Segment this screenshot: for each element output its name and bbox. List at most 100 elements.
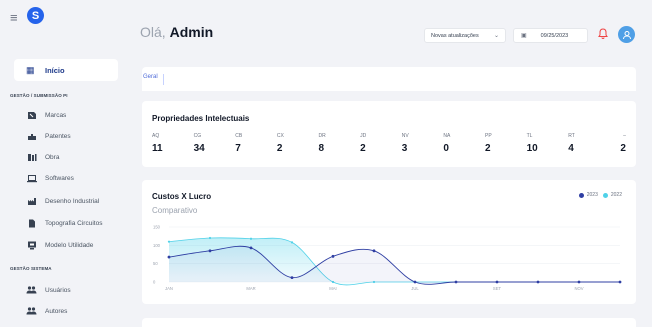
pi-item[interactable]: NA 0 <box>443 133 481 154</box>
pi-code: CX <box>276 133 284 139</box>
pi-item[interactable]: TL 10 <box>527 133 565 154</box>
factory-icon <box>26 197 37 206</box>
series-2023-area <box>169 246 620 285</box>
x-tick-label: JAN <box>165 286 173 291</box>
sidebar-item-topografia-circuitos[interactable]: Topografia Circuitos <box>26 217 102 229</box>
document-icon <box>26 219 37 228</box>
monitor-icon <box>26 241 37 250</box>
logo[interactable]: S <box>27 7 44 24</box>
date-picker[interactable]: ▣ 09/25/2023 <box>513 28 588 43</box>
pi-code: NA <box>443 133 451 139</box>
pi-code: NV <box>401 133 409 139</box>
sidebar-item-label: Obra <box>45 153 60 161</box>
chart-plot: 0 50 100 150 JAN MAR MAI JUL SET NOV <box>153 225 622 291</box>
pi-card: Propriedades Intelectuais AQ 11 CG 34 CB 7 … <box>142 101 636 167</box>
series-2022-point <box>208 236 212 240</box>
series-2023-point <box>495 280 499 284</box>
sidebar-item-label: Início <box>45 65 65 75</box>
series-2023-point <box>249 246 253 250</box>
y-tick-label: 150 <box>153 225 161 230</box>
series-2023-point <box>454 280 458 284</box>
sidebar-item-label: Patentes <box>45 132 71 140</box>
sidebar-item-marcas[interactable]: Marcas <box>26 109 66 121</box>
x-tick-label: JUL <box>411 286 419 291</box>
pi-item[interactable]: NV 3 <box>402 133 440 154</box>
sidebar-item-modelo-utilidade[interactable]: Modelo Utilidade <box>26 239 93 251</box>
users-icon <box>26 307 37 316</box>
pi-code: – <box>623 133 626 139</box>
pi-item[interactable]: CB 7 <box>235 133 273 154</box>
pi-code: TL <box>526 133 533 139</box>
sidebar-item-label: Usuários <box>45 286 71 294</box>
pi-item[interactable]: DR 8 <box>319 133 357 154</box>
pi-item[interactable]: AQ 11 <box>152 133 190 154</box>
sidebar-item-patentes[interactable]: Patentes <box>26 130 71 142</box>
greeting-prefix: Olá, <box>140 24 166 40</box>
series-2023-point <box>290 276 294 279</box>
pi-value: 7 <box>235 143 241 154</box>
pi-value: 8 <box>318 143 325 154</box>
pi-item[interactable]: CG 34 <box>194 133 232 154</box>
x-tick-label: NOV <box>574 286 583 291</box>
calendar-icon: ▣ <box>521 33 527 39</box>
pi-code: PP <box>485 133 492 139</box>
x-tick-label: MAI <box>329 286 336 291</box>
sidebar-item-inicio[interactable]: ▦ Início <box>14 59 118 81</box>
pi-item[interactable]: JD 2 <box>360 133 398 154</box>
sidebar-item-desenho-industrial[interactable]: Desenho Industrial <box>26 195 99 207</box>
page-title: Olá, Admin <box>140 24 213 40</box>
pi-value: 0 <box>443 143 449 154</box>
sidebar: ≡ S ▦ Início GESTÃO / SUBMISSÃO PI Marca… <box>0 0 126 327</box>
tab-geral[interactable]: Geral <box>142 74 164 85</box>
updates-select[interactable]: Novas atualizações ⌄ <box>424 28 506 43</box>
pi-value: 11 <box>152 143 163 154</box>
date-value: 09/25/2023 <box>540 32 569 39</box>
pi-code: CG <box>193 133 202 139</box>
pi-code: CB <box>235 133 243 139</box>
series-2023-point <box>577 280 581 284</box>
chart-card: Custos X Lucro Comparativo 2023 2022 0 50… <box>142 180 636 304</box>
pi-code: DR <box>318 133 326 139</box>
sidebar-item-label: Modelo Utilidade <box>45 241 94 249</box>
user-icon[interactable] <box>618 26 635 43</box>
pi-item[interactable]: RT 4 <box>568 133 606 154</box>
pi-value: 2 <box>276 143 283 154</box>
pi-value: 2 <box>485 143 491 154</box>
sidebar-item-autores[interactable]: Autores <box>26 305 67 317</box>
tab-bar: Geral <box>142 67 636 91</box>
bell-icon[interactable] <box>598 28 608 42</box>
patent-icon <box>26 132 37 141</box>
menu-icon[interactable]: ≡ <box>10 10 18 25</box>
pi-item[interactable]: CX 2 <box>277 133 315 154</box>
sidebar-item-label: Softwares <box>45 174 74 182</box>
series-2023-point <box>413 280 417 284</box>
sidebar-item-label: Marcas <box>45 111 67 119</box>
users-icon <box>26 286 37 295</box>
sidebar-item-usuarios[interactable]: Usuários <box>26 284 71 296</box>
pi-code: AQ <box>152 133 160 139</box>
y-tick-label: 0 <box>153 280 156 285</box>
pi-value: 2 <box>360 143 366 154</box>
sidebar-item-label: Autores <box>45 307 68 315</box>
updates-select-value: Novas atualizações <box>431 32 479 39</box>
series-2023-point <box>208 249 212 253</box>
brand-icon <box>26 111 37 120</box>
bottom-card <box>142 318 636 327</box>
x-tick-label: MAR <box>246 286 255 291</box>
series-2023-point <box>331 254 335 258</box>
series-2022-point <box>249 237 253 240</box>
pi-item[interactable]: –2 <box>610 133 626 154</box>
pi-value: 2 <box>620 143 626 154</box>
sidebar-item-obra[interactable]: Obra <box>26 151 59 163</box>
pi-value: 4 <box>568 143 574 154</box>
grid-icon: ▦ <box>26 64 35 75</box>
chevron-down-icon: ⌄ <box>493 33 499 39</box>
sidebar-item-softwares[interactable]: Softwares <box>26 172 74 184</box>
section-title-gestao-pi: GESTÃO / SUBMISSÃO PI <box>10 93 68 98</box>
series-2022-point <box>290 241 294 244</box>
series-2023-point <box>536 280 540 284</box>
series-2023-point <box>167 255 171 259</box>
pi-card-title: Propriedades Intelectuais <box>152 114 250 123</box>
pi-code: JD <box>360 133 367 139</box>
pi-item[interactable]: PP 2 <box>485 133 523 154</box>
